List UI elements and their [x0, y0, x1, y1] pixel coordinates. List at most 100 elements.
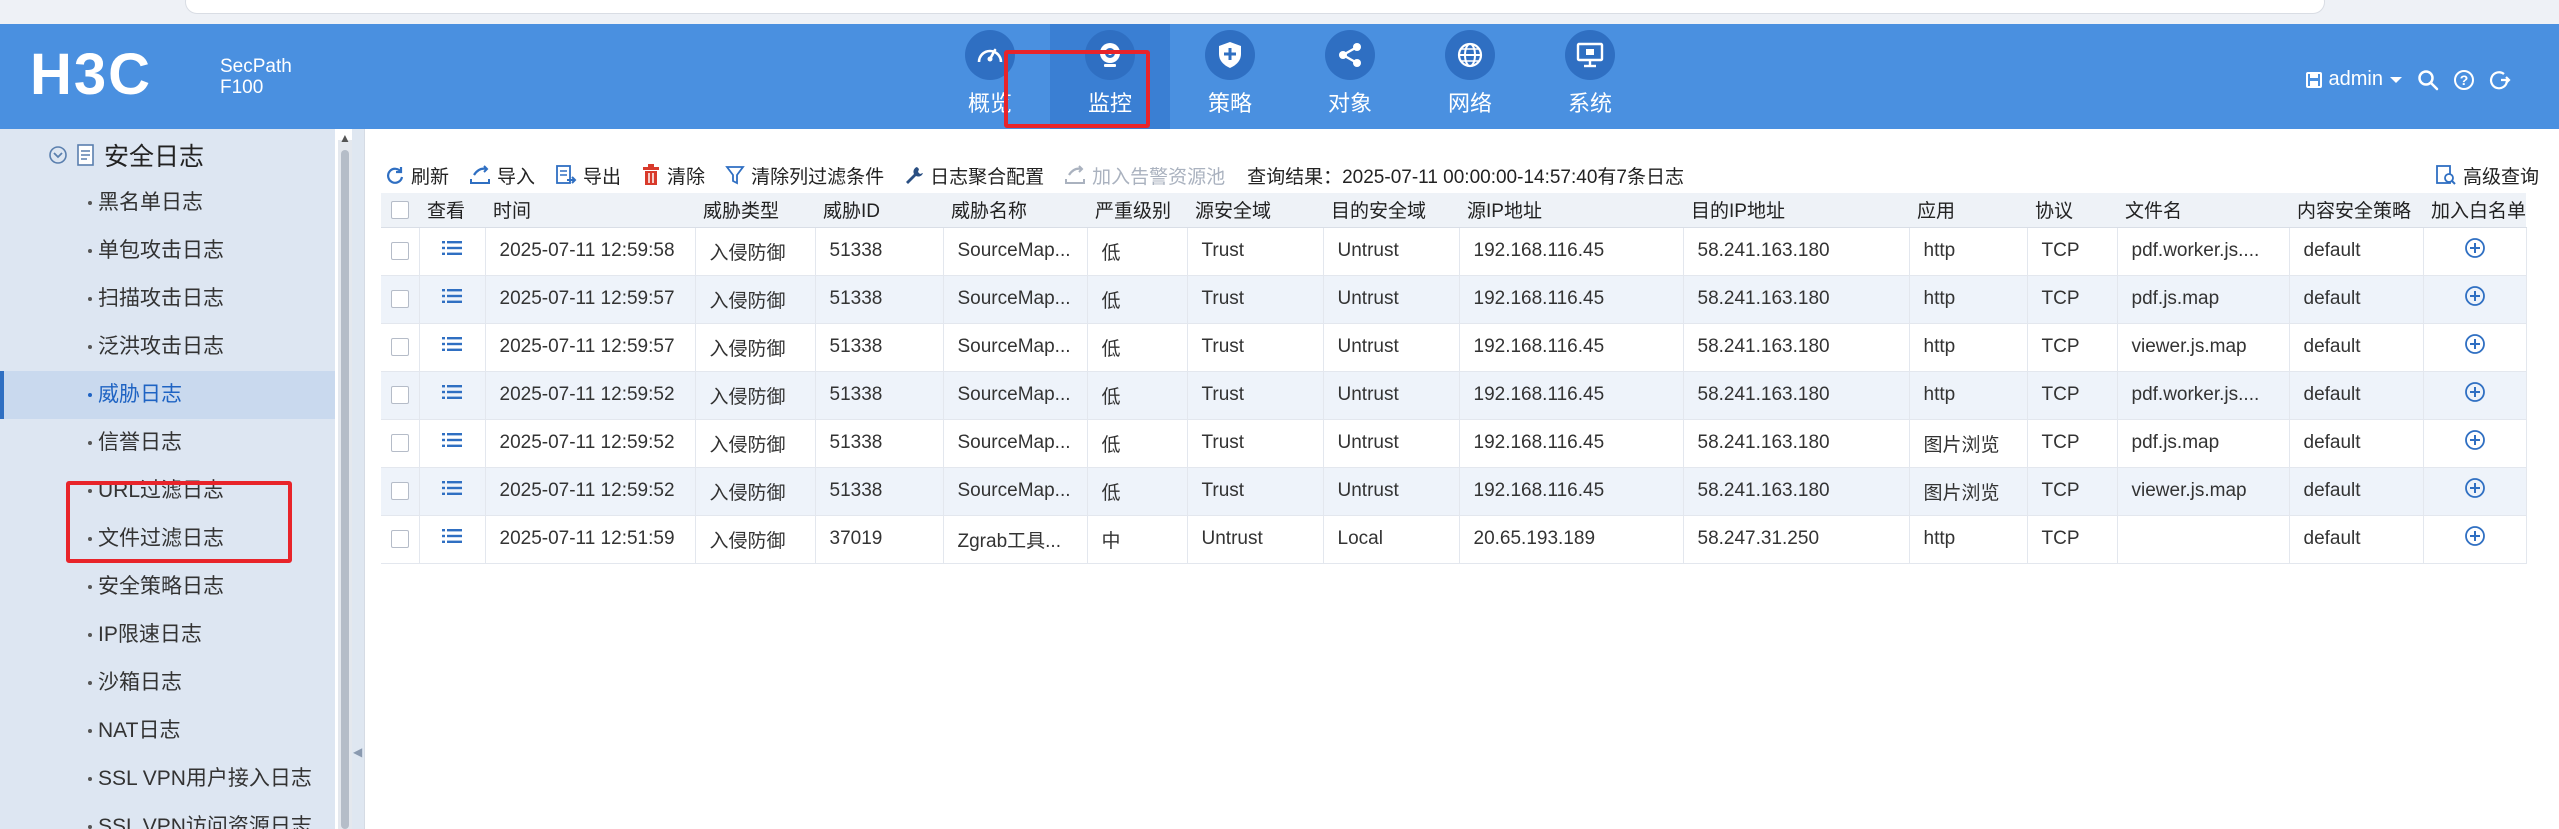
table-row[interactable]: 2025-07-11 12:59:52 入侵防御 51338 SourceMap...… [381, 419, 2527, 468]
logout-icon[interactable] [2489, 69, 2511, 91]
search-icon[interactable] [2417, 69, 2439, 91]
table-row[interactable]: 2025-07-11 12:59:58 入侵防御 51338 SourceMap...… [381, 227, 2527, 276]
cell-目的IP地址: 58.241.163.180 [1683, 227, 1910, 276]
cell-目的安全域: Untrust [1323, 371, 1460, 420]
column-header-5[interactable]: 严重级别 [1087, 193, 1187, 228]
column-header-10[interactable]: 应用 [1909, 193, 2027, 228]
export-button[interactable]: 导出 [555, 162, 621, 189]
column-header-1[interactable]: 时间 [485, 193, 695, 228]
table-row[interactable]: 2025-07-11 12:59:52 入侵防御 51338 SourceMap...… [381, 467, 2527, 516]
cell-时间: 2025-07-11 12:59:58 [485, 227, 696, 276]
sidebar-item-4[interactable]: 威胁日志 [0, 371, 335, 419]
cell-威胁类型: 入侵防御 [695, 323, 816, 372]
import-button[interactable]: 导入 [469, 162, 535, 189]
h3c-logo: H3C [30, 50, 150, 100]
sidebar-item-label: 威胁日志 [98, 383, 182, 406]
column-header-7[interactable]: 目的安全域 [1323, 193, 1459, 228]
view-detail-icon[interactable] [441, 337, 463, 358]
bullet-icon [88, 201, 92, 205]
add-whitelist-icon[interactable] [2464, 334, 2486, 360]
row-checkbox[interactable] [390, 529, 409, 548]
alarm-pool-icon [1065, 165, 1086, 184]
view-detail-icon[interactable] [441, 289, 463, 310]
column-header-3[interactable]: 威胁ID [815, 193, 943, 228]
add-whitelist-icon[interactable] [2464, 238, 2486, 264]
nav-tab-3[interactable]: 对象 [1290, 24, 1410, 129]
bullet-icon [88, 441, 92, 445]
row-checkbox[interactable] [390, 241, 409, 260]
column-header-11[interactable]: 协议 [2027, 193, 2117, 228]
sidebar-item-2[interactable]: 扫描攻击日志 [0, 275, 335, 323]
sidebar-item-12[interactable]: SSL VPN用户接入日志 [0, 755, 335, 803]
add-whitelist-icon[interactable] [2464, 430, 2486, 456]
sidebar-item-9[interactable]: IP限速日志 [0, 611, 335, 659]
user-menu[interactable]: admin [2305, 68, 2403, 91]
sidebar-item-8[interactable]: 安全策略日志 [0, 563, 335, 611]
table-row[interactable]: 2025-07-11 12:59:52 入侵防御 51338 SourceMap...… [381, 371, 2527, 420]
collapse-icon[interactable] [48, 145, 68, 165]
column-header-4[interactable]: 威胁名称 [943, 193, 1087, 228]
log-aggregation-button[interactable]: 日志聚合配置 [904, 162, 1044, 189]
add-alarm-pool-button[interactable]: 加入告警资源池 [1064, 162, 1225, 189]
sidebar-group-security-log[interactable]: 安全日志 [48, 137, 204, 173]
product-name: SecPath F100 [220, 56, 292, 98]
sidebar-item-label: SSL VPN访问资源日志 [98, 815, 312, 829]
sidebar-item-5[interactable]: 信誉日志 [0, 419, 335, 467]
sidebar-item-11[interactable]: NAT日志 [0, 707, 335, 755]
column-header-6[interactable]: 源安全域 [1187, 193, 1323, 228]
add-alarm-pool-label: 加入告警资源池 [1092, 166, 1226, 188]
collapse-sidebar-icon[interactable]: ◀ [353, 745, 362, 759]
view-detail-icon[interactable] [441, 481, 463, 502]
view-detail-icon[interactable] [441, 433, 463, 454]
column-header-12[interactable]: 文件名 [2117, 193, 2289, 228]
select-all-checkbox[interactable] [391, 200, 409, 219]
sidebar-item-1[interactable]: 单包攻击日志 [0, 227, 335, 275]
cell-协议: TCP [2027, 371, 2118, 420]
refresh-button[interactable]: 刷新 [385, 162, 449, 189]
table-row[interactable]: 2025-07-11 12:59:57 入侵防御 51338 SourceMap...… [381, 323, 2527, 372]
table-row[interactable]: 2025-07-11 12:51:59 入侵防御 37019 Zgrab工具... 中 U… [381, 515, 2527, 564]
log-document-icon [77, 144, 94, 166]
sidebar-item-0[interactable]: 黑名单日志 [0, 179, 335, 227]
row-checkbox[interactable] [390, 337, 409, 356]
row-checkbox[interactable] [390, 385, 409, 404]
help-icon[interactable]: ? [2453, 69, 2475, 91]
column-header-8[interactable]: 源IP地址 [1459, 193, 1683, 228]
add-whitelist-icon[interactable] [2464, 526, 2486, 552]
cell-源安全域: Trust [1187, 323, 1324, 372]
column-header-13[interactable]: 内容安全策略 [2289, 193, 2423, 228]
sidebar-item-13[interactable]: SSL VPN访问资源日志 [0, 803, 335, 829]
whitelist-cell [2423, 419, 2527, 468]
nav-tab-2[interactable]: 策略 [1170, 24, 1290, 129]
column-header-9[interactable]: 目的IP地址 [1683, 193, 1909, 228]
row-select-cell [381, 227, 420, 276]
sidebar-item-10[interactable]: 沙箱日志 [0, 659, 335, 707]
clear-button[interactable]: 清除 [641, 162, 705, 189]
view-detail-icon[interactable] [441, 385, 463, 406]
panel-splitter[interactable] [352, 129, 364, 829]
sidebar-scroll-thumb[interactable] [341, 150, 349, 829]
add-whitelist-icon[interactable] [2464, 382, 2486, 408]
row-checkbox[interactable] [390, 481, 409, 500]
row-select-cell [381, 323, 420, 372]
add-whitelist-icon[interactable] [2464, 478, 2486, 504]
cell-内容安全策略: default [2289, 515, 2424, 564]
column-header-2[interactable]: 威胁类型 [695, 193, 815, 228]
column-header-0[interactable]: 查看 [419, 193, 485, 228]
sidebar-item-3[interactable]: 泛洪攻击日志 [0, 323, 335, 371]
scroll-up-icon[interactable]: ▲ [339, 131, 351, 145]
row-checkbox[interactable] [390, 289, 409, 308]
address-bar[interactable] [185, 0, 2325, 14]
nav-tab-4[interactable]: 网络 [1410, 24, 1530, 129]
sidebar-item-label: IP限速日志 [98, 623, 202, 646]
row-checkbox[interactable] [390, 433, 409, 452]
clear-column-filter-button[interactable]: 清除列过滤条件 [725, 162, 884, 189]
view-detail-icon[interactable] [441, 529, 463, 550]
table-row[interactable]: 2025-07-11 12:59:57 入侵防御 51338 SourceMap...… [381, 275, 2527, 324]
add-whitelist-icon[interactable] [2464, 286, 2486, 312]
column-header-14[interactable]: 加入白名单 [2423, 193, 2527, 228]
cell-威胁ID: 51338 [815, 467, 944, 516]
nav-tab-5[interactable]: 系统 [1530, 24, 1650, 129]
view-detail-icon[interactable] [441, 241, 463, 262]
advanced-query-button[interactable]: 高级查询 [2435, 159, 2539, 191]
